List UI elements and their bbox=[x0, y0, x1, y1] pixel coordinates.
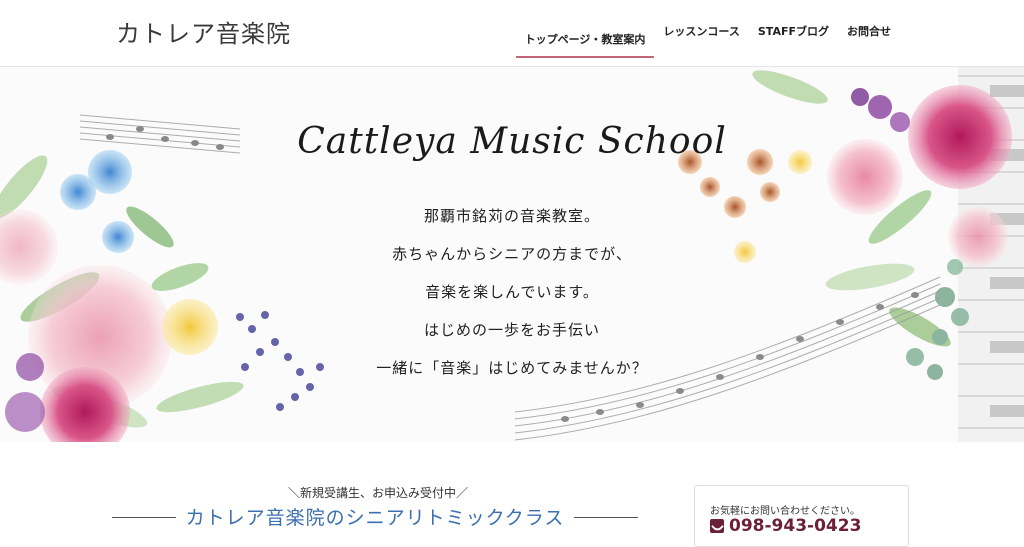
hero-line: 音楽を楽しんでいます。 bbox=[425, 283, 599, 301]
hero-line: 一緒に「音楽」はじめてみませんか？ bbox=[376, 359, 648, 377]
contact-widget: お気軽にお問い合わせください。 098-943-0423 bbox=[694, 485, 909, 547]
contact-label: お気軽にお問い合わせください。 bbox=[710, 506, 860, 517]
hero-line: はじめの一歩をお手伝い bbox=[423, 321, 600, 339]
heading-rule-right bbox=[574, 517, 638, 518]
nav-item-staff-blog[interactable]: STAFFブログ bbox=[749, 0, 838, 66]
phone-number[interactable]: 098-943-0423 bbox=[729, 516, 861, 536]
recruit-notice: ＼新規受講生、お申込み受付中／ bbox=[288, 486, 469, 500]
hero-banner: Cattleya Music School 那覇市銘苅の音楽教室。 赤ちゃんから… bbox=[0, 67, 1024, 442]
class-title: カトレア音楽院のシニアリトミッククラス bbox=[185, 507, 565, 529]
main-nav: トップページ・教室案内 レッスンコース STAFFブログ お問合せ bbox=[515, 0, 900, 66]
nav-item-top[interactable]: トップページ・教室案内 bbox=[515, 8, 655, 58]
nav-item-contact[interactable]: お問合せ bbox=[838, 0, 900, 66]
nav-item-lesson-course[interactable]: レッスンコース bbox=[654, 0, 748, 66]
hero-intro-text: 那覇市銘苅の音楽教室。 赤ちゃんからシニアの方までが、 音楽を楽しんでいます。 … bbox=[0, 197, 1024, 387]
phone-icon bbox=[710, 519, 724, 533]
site-header: カトレア音楽院 トップページ・教室案内 レッスンコース STAFFブログ お問合… bbox=[0, 0, 1024, 67]
site-title[interactable]: カトレア音楽院 bbox=[116, 14, 291, 49]
hero-line: 赤ちゃんからシニアの方までが、 bbox=[392, 245, 632, 263]
hero-title: Cattleya Music School bbox=[297, 121, 727, 162]
contact-phone[interactable]: 098-943-0423 bbox=[710, 516, 861, 536]
class-heading: カトレア音楽院のシニアリトミッククラス bbox=[112, 503, 638, 531]
hero-line: 那覇市銘苅の音楽教室。 bbox=[423, 207, 600, 225]
